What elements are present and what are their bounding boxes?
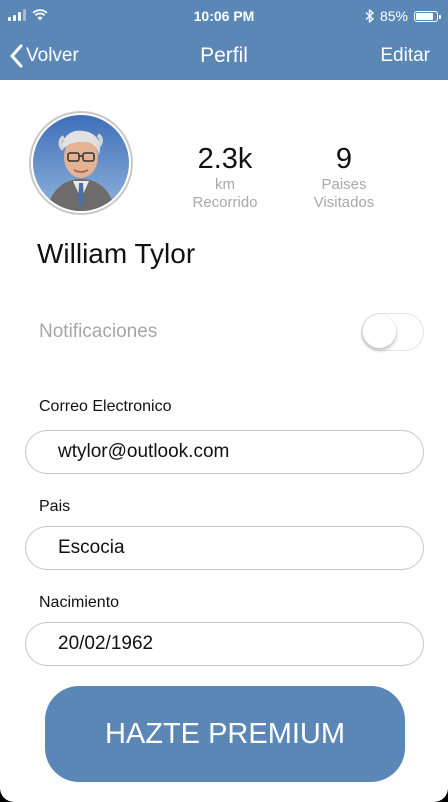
birthdate-field[interactable] — [25, 622, 424, 666]
email-label: Correo Electronico — [39, 398, 172, 415]
stat-distance: 2.3k km Recorrido — [176, 143, 274, 212]
country-label: Pais — [39, 498, 71, 515]
toggle-knob — [363, 315, 396, 348]
stat-distance-label: Recorrido — [192, 194, 258, 211]
avatar-photo — [33, 115, 129, 211]
battery-percent: 85% — [379, 8, 408, 24]
status-bar: 10:06 PM 85% — [0, 0, 448, 34]
top-bar: 10:06 PM 85% Volver Perfil Editar — [0, 0, 448, 80]
stat-countries-value: 9 — [335, 143, 353, 175]
user-name: William Tylor — [37, 238, 196, 269]
stat-countries: 9 Paises Visitados — [300, 143, 388, 212]
stat-countries-label-1: Paises — [321, 176, 367, 193]
bluetooth-icon — [365, 9, 374, 23]
notifications-toggle[interactable] — [361, 313, 424, 351]
country-field[interactable] — [25, 526, 424, 570]
notifications-label: Notificaciones — [39, 321, 158, 342]
premium-button[interactable]: HAZTE PREMIUM — [45, 686, 405, 782]
stat-countries-label-2: Visitados — [313, 194, 375, 211]
profile-screen: 10:06 PM 85% Volver Perfil Editar 2.3k k… — [0, 0, 448, 802]
battery-icon — [414, 10, 441, 22]
stat-distance-unit: km — [215, 176, 235, 193]
edit-button[interactable]: Editar — [380, 45, 430, 67]
stat-distance-value: 2.3k — [197, 143, 253, 175]
navigation-bar: Volver Perfil Editar — [0, 34, 448, 80]
birthdate-label: Nacimiento — [39, 594, 120, 611]
battery-level — [416, 12, 433, 20]
avatar[interactable] — [29, 111, 133, 215]
email-field[interactable] — [25, 430, 424, 474]
status-right: 85% — [365, 8, 441, 24]
